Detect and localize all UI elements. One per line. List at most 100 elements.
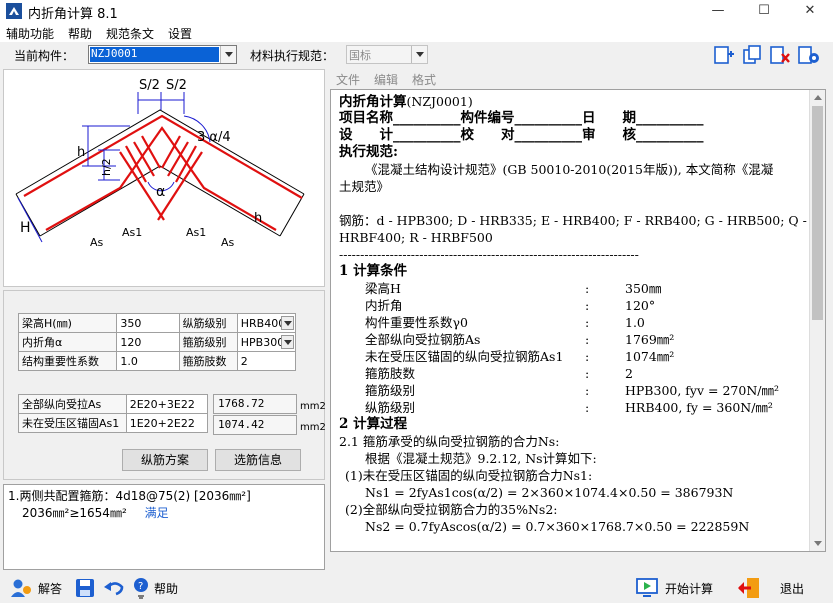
importance-factor-input[interactable]: 1.0 xyxy=(116,351,180,371)
param-label: 内折角α xyxy=(17,332,118,352)
as1-right-label: As1 xyxy=(186,226,206,239)
help-icon[interactable]: ? xyxy=(132,577,150,599)
stirrup-grade-select[interactable]: HPB300 xyxy=(236,332,297,352)
scroll-up-icon[interactable] xyxy=(814,95,822,100)
doc-code-heading: 执行规范: xyxy=(339,144,398,160)
menu-bar: 辅助功能 帮助 规范条文 设置 xyxy=(0,22,833,42)
rebar-row-as: 全部纵向受拉As 2E20+3E22 xyxy=(18,394,209,414)
colon: : xyxy=(585,383,590,398)
as1-unit: mm2 xyxy=(300,422,326,433)
answer-icon[interactable] xyxy=(10,578,32,598)
chevron-down-icon[interactable] xyxy=(281,335,294,349)
exit-icon[interactable] xyxy=(737,577,761,599)
condition-key: 梁高H xyxy=(365,281,401,296)
param-label: 箍筋级别 xyxy=(178,332,238,352)
condition-row: 箍筋肢数: 2 xyxy=(339,365,809,382)
calculation-document[interactable]: 内折角计算(NZJ0001) 项目名称__________构件编号_______… xyxy=(330,89,826,552)
colon: : xyxy=(585,315,590,330)
condition-row: 梁高H: 350㎜ xyxy=(339,280,809,297)
menu-code[interactable]: 规范条文 xyxy=(106,25,154,42)
delete-component-icon[interactable] xyxy=(769,45,791,65)
dim-h-right: h xyxy=(254,211,262,226)
condition-key: 纵筋级别 xyxy=(365,400,416,415)
scroll-down-icon[interactable] xyxy=(814,541,822,546)
condition-key: 箍筋肢数 xyxy=(365,366,416,381)
doc-menu-file[interactable]: 文件 xyxy=(336,71,360,88)
dim-h-top: h xyxy=(77,145,85,160)
rebar-select-info-button[interactable]: 选筋信息 xyxy=(215,449,301,471)
condition-row: 构件重要性系数γ0: 1.0 xyxy=(339,314,809,331)
copy-component-icon[interactable] xyxy=(741,45,763,65)
as-result: 1768.72 xyxy=(213,394,297,414)
doc-menu-edit[interactable]: 编辑 xyxy=(374,71,398,88)
dim-H: H xyxy=(20,220,31,236)
doc-p21a: 根据《混凝土规范》9.2.12, Ns计算如下: xyxy=(365,451,597,466)
condition-value: 1769㎜² xyxy=(625,332,675,347)
doc-scrollbar[interactable] xyxy=(809,90,825,551)
rebar-label: 全部纵向受拉As xyxy=(18,394,127,414)
condition-value: 2 xyxy=(625,366,633,381)
doc-p21b: (1)未在受压区锚固的纵向受拉钢筋合力Ns1: xyxy=(345,468,593,483)
colon: : xyxy=(585,332,590,347)
answer-button[interactable]: 解答 xyxy=(38,580,62,597)
start-calc-icon[interactable] xyxy=(636,578,658,598)
bottom-toolbar: 解答 ? 帮助 开始计算 退出 xyxy=(0,572,833,603)
window-title: 内折角计算 8.1 xyxy=(28,7,118,22)
menu-help[interactable]: 帮助 xyxy=(68,25,92,42)
undo-icon[interactable] xyxy=(103,578,125,598)
exit-button[interactable]: 退出 xyxy=(780,580,804,597)
help-button[interactable]: 帮助 xyxy=(154,580,178,597)
add-component-icon[interactable] xyxy=(713,45,735,65)
start-calc-button[interactable]: 开始计算 xyxy=(665,580,713,597)
chevron-down-icon[interactable] xyxy=(281,316,294,330)
as-input[interactable]: 2E20+3E22 xyxy=(125,394,209,414)
select-value: HRB400 xyxy=(240,316,286,330)
angle-input[interactable]: 120 xyxy=(116,332,180,352)
as1-left-label: As1 xyxy=(122,226,142,239)
doc-code-text-2: 土规范》 xyxy=(339,179,390,194)
condition-row: 内折角: 120° xyxy=(339,297,809,314)
scroll-thumb[interactable] xyxy=(812,106,823,320)
beam-height-input[interactable]: 350 xyxy=(116,313,180,333)
code-select[interactable]: 国标 xyxy=(346,45,428,64)
save-icon[interactable] xyxy=(75,578,95,598)
param-row-height: 梁高H(㎜) 350 纵筋级别 HRB400 xyxy=(17,313,297,333)
condition-row: 箍筋级别: HPB300, fyv = 270N/㎜² xyxy=(339,382,809,399)
doc-p21e: Ns2 = 0.7fyAscos(α/2) = 0.7×360×1768.7×0… xyxy=(365,519,750,534)
component-select[interactable]: NZJ0001 xyxy=(88,45,237,64)
doc-steel-1: 钢筋：d - HPB300; D - HRB335; E - HRB400; F… xyxy=(339,213,807,228)
condition-key: 全部纵向受拉钢筋As xyxy=(365,332,481,347)
minimize-button[interactable]: — xyxy=(695,0,741,22)
doc-p21c: Ns1 = 2fyAs1cos(α/2) = 2×360×1074.4×0.50… xyxy=(365,485,734,500)
rebar-scheme-button[interactable]: 纵筋方案 xyxy=(122,449,208,471)
doc-menu-bar: 文件 编辑 格式 xyxy=(330,69,826,89)
chevron-down-icon xyxy=(220,46,236,63)
condition-value: 1074㎜² xyxy=(625,349,675,364)
close-button[interactable]: ✕ xyxy=(787,0,833,22)
long-rebar-grade-select[interactable]: HRB400 xyxy=(236,313,297,333)
colon: : xyxy=(585,349,590,364)
rebar-label: 未在受压区锚固As1 xyxy=(18,413,127,433)
condition-value: 120° xyxy=(625,298,656,313)
as1-input[interactable]: 1E20+2E22 xyxy=(125,413,209,433)
app-icon xyxy=(6,3,22,19)
doc-p21: 2.1 箍筋承受的纵向受拉钢筋的合力Ns: xyxy=(339,434,560,449)
menu-tools[interactable]: 辅助功能 xyxy=(6,25,54,42)
colon: : xyxy=(585,281,590,296)
rebar-row-as1: 未在受压区锚固As1 1E20+2E22 xyxy=(18,413,209,433)
doc-code-text-1: 《混凝土结构设计规范》(GB 50010-2010(2015年版)), 本文简称… xyxy=(365,162,774,177)
colon: : xyxy=(585,298,590,313)
as-right-label: As xyxy=(221,236,235,249)
stirrup-legs-input[interactable]: 2 xyxy=(236,351,297,371)
menu-settings[interactable]: 设置 xyxy=(168,25,192,42)
param-row-importance: 结构重要性系数 1.0 箍筋肢数 2 xyxy=(17,351,297,371)
doc-menu-format[interactable]: 格式 xyxy=(412,71,436,88)
maximize-button[interactable]: ☐ xyxy=(741,0,787,22)
doc-divider: ----------------------------------------… xyxy=(339,247,639,262)
param-row-angle: 内折角α 120 箍筋级别 HPB300 xyxy=(17,332,297,352)
result-ok: 满足 xyxy=(144,506,169,520)
component-settings-icon[interactable] xyxy=(797,45,821,65)
dim-alpha-quarter: 3 α/4 xyxy=(197,130,231,145)
doc-header-1: 项目名称__________构件编号__________日 期_________… xyxy=(339,110,704,126)
code-select-value: 国标 xyxy=(349,49,371,62)
